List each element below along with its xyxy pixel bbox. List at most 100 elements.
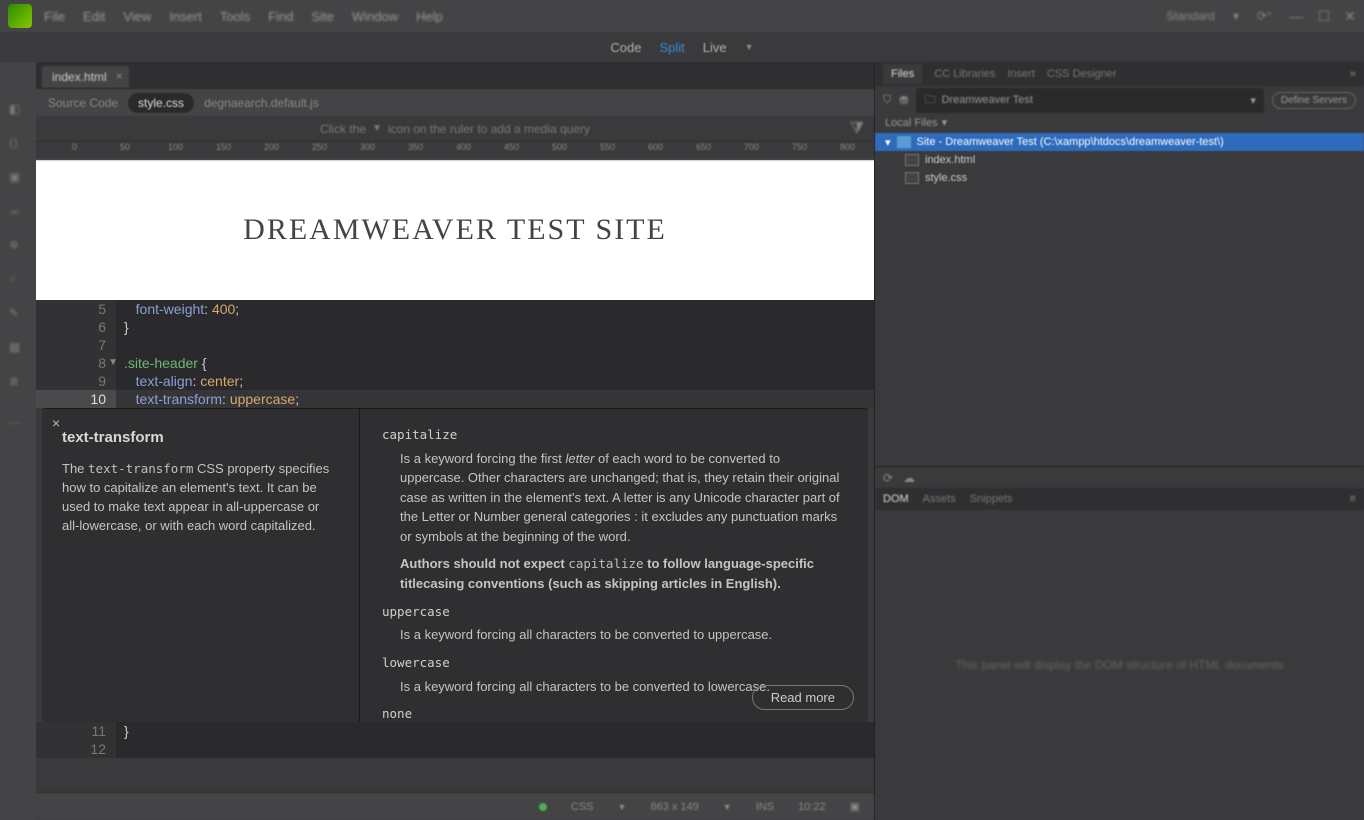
related-files-bar: Source Code style.css degnaearch.default… — [36, 88, 874, 116]
doc-values: capitalize Is a keyword forcing the firs… — [360, 409, 868, 722]
code-editor-tail[interactable]: 11} 12 — [36, 722, 874, 758]
preview-icon[interactable]: ▣ — [850, 800, 860, 813]
menu-insert[interactable]: Insert — [169, 9, 202, 24]
view-mode-bar: Code Split Live ▼ — [0, 32, 1364, 62]
files-panel-tabs: Files CC Libraries Insert CSS Designer » — [875, 62, 1364, 86]
dom-panel-tabs: DOM Assets Snippets ≡ — [875, 488, 1364, 510]
gutter: 6 — [36, 318, 116, 336]
tree-label: index.html — [925, 154, 975, 166]
tick: 0 — [72, 142, 77, 152]
site-root[interactable]: ▾ Site - Dreamweaver Test (C:\xampp\htdo… — [875, 133, 1364, 151]
define-servers-button[interactable]: Define Servers — [1272, 92, 1356, 109]
html-file-icon — [905, 154, 919, 166]
menu-window[interactable]: Window — [352, 9, 398, 24]
menu-edit[interactable]: Edit — [83, 9, 105, 24]
tab-css-designer[interactable]: CSS Designer — [1047, 68, 1117, 80]
file-index[interactable]: index.html — [875, 151, 1364, 169]
status-lang[interactable]: CSS — [571, 801, 594, 813]
tick: 500 — [552, 142, 567, 152]
gear-icon[interactable]: ✲ — [9, 238, 27, 256]
collapse-icon[interactable]: » — [1350, 68, 1356, 80]
doc-tab-index[interactable]: index.html — [42, 66, 129, 88]
triangle-icon: ▼ — [372, 123, 382, 134]
more-icon[interactable]: ⋯ — [9, 416, 27, 434]
chevron-down-icon[interactable]: ▼ — [745, 42, 754, 52]
layers-icon[interactable]: ≣ — [9, 374, 27, 392]
tick: 450 — [504, 142, 519, 152]
image-icon[interactable]: ▣ — [9, 170, 27, 188]
tab-assets[interactable]: Assets — [923, 493, 956, 505]
read-more-button[interactable]: Read more — [752, 685, 854, 710]
tick: 700 — [744, 142, 759, 152]
status-dims[interactable]: 863 x 149 — [650, 801, 698, 813]
menu-file[interactable]: File — [44, 9, 65, 24]
gutter: 9 — [36, 372, 116, 390]
app-logo — [8, 4, 32, 28]
cloud-icon[interactable]: ☁ — [903, 471, 915, 485]
menu-find[interactable]: Find — [268, 9, 293, 24]
tab-snippets[interactable]: Snippets — [970, 493, 1013, 505]
collapse-icon[interactable]: ≡ — [1350, 493, 1356, 505]
main-menu: File Edit View Insert Tools Find Site Wi… — [44, 9, 443, 24]
minimize-icon[interactable]: — — [1290, 8, 1304, 25]
brackets-icon[interactable]: ⟨⟩ — [9, 136, 27, 154]
view-live[interactable]: Live — [703, 40, 727, 55]
tab-cc-libraries[interactable]: CC Libraries — [934, 68, 995, 80]
workspace-switcher[interactable]: Standard — [1166, 9, 1215, 23]
tab-insert[interactable]: Insert — [1007, 68, 1035, 80]
pen-icon[interactable]: ✎ — [9, 306, 27, 324]
site-name: Dreamweaver Test — [941, 94, 1033, 106]
menu-tools[interactable]: Tools — [220, 9, 250, 24]
menu-view[interactable]: View — [123, 9, 151, 24]
tab-dom[interactable]: DOM — [883, 493, 909, 505]
source-script[interactable]: degnaearch.default.js — [204, 96, 319, 110]
code-text: } — [116, 722, 129, 740]
branch-icon[interactable]: ⑂ — [9, 272, 27, 290]
source-code-link[interactable]: Source Code — [48, 96, 118, 110]
link-icon[interactable]: ⫘ — [9, 204, 27, 222]
sync-icon[interactable]: ⟳° — [1257, 9, 1272, 23]
live-preview[interactable]: Dreamweaver Test Site — [36, 160, 874, 300]
file-style[interactable]: style.css — [875, 169, 1364, 187]
tool-rail: ◧ ⟨⟩ ▣ ⫘ ✲ ⑂ ✎ ▦ ≣ ⋯ — [0, 62, 36, 820]
titlebar: File Edit View Insert Tools Find Site Wi… — [0, 0, 1364, 32]
source-stylecss[interactable]: style.css — [128, 93, 194, 113]
status-time: 10:22 — [798, 801, 826, 813]
hint-text-b: icon on the ruler to add a media query — [388, 122, 590, 136]
code-prop: text-align — [136, 373, 193, 389]
code-val: 400 — [212, 301, 235, 317]
tick: 750 — [792, 142, 807, 152]
kw-lowercase: lowercase — [382, 655, 450, 670]
code-val: center — [200, 373, 239, 389]
refresh-icon[interactable]: ⟳ — [883, 471, 893, 485]
chevron-down-icon: ▾ — [1250, 94, 1256, 107]
tick: 200 — [264, 142, 279, 152]
tick: 50 — [120, 142, 130, 152]
maximize-icon[interactable]: ☐ — [1318, 8, 1331, 25]
menu-site[interactable]: Site — [311, 9, 333, 24]
fold-icon[interactable]: ▼ — [108, 354, 118, 372]
local-files-header[interactable]: Local Files▾ — [875, 114, 1364, 131]
right-panel: Files CC Libraries Insert CSS Designer »… — [874, 62, 1364, 820]
document-tabs: index.html — [36, 62, 874, 88]
doc-title: text-transform — [62, 429, 339, 446]
close-icon[interactable]: × — [52, 415, 60, 431]
folder-icon: 🗀 — [924, 91, 935, 110]
view-split[interactable]: Split — [660, 40, 685, 55]
code-editor[interactable]: 5 font-weight: 400; 6} 7 8▼.site-header … — [36, 300, 874, 408]
view-code[interactable]: Code — [610, 40, 641, 55]
panel-icon[interactable]: ▦ — [9, 340, 27, 358]
chevron-down-icon: ▾ — [1233, 9, 1239, 23]
tab-files[interactable]: Files — [883, 64, 922, 84]
menu-help[interactable]: Help — [416, 9, 443, 24]
site-dropdown[interactable]: 🗀 Dreamweaver Test ▾ — [916, 88, 1263, 113]
inspect-icon[interactable]: ◧ — [9, 102, 27, 120]
files-toolbar: ⛉ ⛃ 🗀 Dreamweaver Test ▾ Define Servers — [875, 86, 1364, 114]
shield-icon[interactable]: ⛉ — [883, 94, 891, 107]
db-icon[interactable]: ⛃ — [899, 94, 908, 107]
code-selector: .site-header — [124, 355, 198, 371]
close-icon[interactable]: ✕ — [1344, 8, 1356, 25]
ruler[interactable]: 0 50 100 150 200 250 300 350 400 450 500… — [36, 142, 874, 160]
folder-icon — [897, 136, 911, 148]
gutter: 7 — [36, 336, 116, 354]
